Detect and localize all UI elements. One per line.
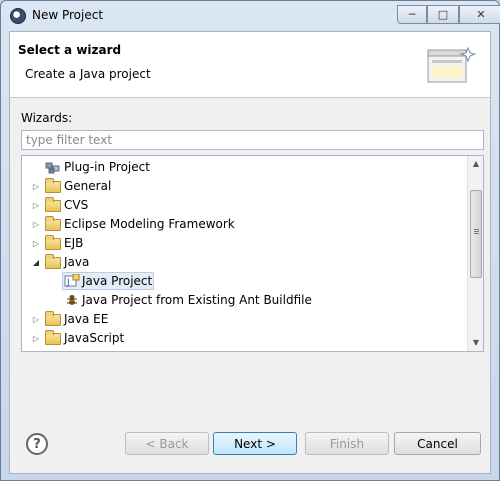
header-title: Select a wizard (18, 43, 122, 57)
folder-icon (45, 254, 61, 269)
help-button[interactable]: ? (26, 433, 48, 455)
minimize-icon: ─ (408, 8, 416, 21)
tree-item-label: EJB (64, 236, 84, 250)
tree-item-label: Java EE (64, 312, 109, 326)
folder-icon (45, 197, 61, 212)
new-project-window: New Project ─ □ ✕ Select a wizard Create… (0, 0, 500, 481)
wizard-banner-icon (427, 46, 476, 83)
close-icon: ✕ (476, 8, 486, 21)
eclipse-icon (10, 8, 26, 24)
tree-item-general[interactable]: ▷ General (22, 177, 468, 196)
folder-icon (45, 330, 61, 345)
java-project-icon: J (64, 274, 80, 288)
tree-item-label: Eclipse Modeling Framework (64, 217, 235, 231)
tree-item-label: CVS (64, 198, 89, 212)
header-description: Create a Java project (25, 67, 151, 81)
expand-arrow-icon[interactable]: ▷ (31, 201, 41, 211)
scroll-down-icon[interactable]: ▼ (468, 335, 483, 351)
wizard-tree[interactable]: Plug-in Project ▷ General ▷ CVS ▷ Eclips… (21, 155, 484, 352)
maximize-icon: □ (437, 8, 449, 21)
tree-item-cvs[interactable]: ▷ CVS (22, 196, 468, 215)
window-title: New Project (32, 8, 104, 22)
tree-item-plugin-project[interactable]: Plug-in Project (22, 158, 468, 177)
folder-icon (45, 311, 61, 326)
expand-arrow-icon[interactable]: ▷ (31, 315, 41, 325)
next-button[interactable]: Next > (213, 432, 297, 455)
folder-icon (45, 216, 61, 231)
filter-input[interactable] (21, 130, 484, 150)
expand-arrow-icon[interactable]: ▷ (31, 220, 41, 230)
minimize-button[interactable]: ─ (397, 5, 427, 24)
tree-item-label: JavaScript (64, 331, 125, 345)
svg-text:J: J (66, 278, 70, 288)
tree-item-ejb[interactable]: ▷ EJB (22, 234, 468, 253)
cancel-button[interactable]: Cancel (394, 432, 481, 455)
tree-item-label: Plug-in Project (64, 160, 150, 174)
grip-icon (474, 229, 479, 230)
scrollbar-thumb[interactable] (470, 190, 482, 278)
help-icon: ? (33, 436, 41, 452)
scroll-up-icon[interactable]: ▲ (468, 156, 483, 172)
expand-arrow-icon[interactable]: ▷ (31, 239, 41, 249)
expand-arrow-icon[interactable]: ▷ (31, 334, 41, 344)
plugin-icon (45, 162, 60, 174)
maximize-button[interactable]: □ (427, 5, 459, 24)
tree-item-java-project[interactable]: J Java Project (22, 272, 468, 291)
ant-icon (67, 295, 77, 305)
tree-item-label: Java Project from Existing Ant Buildfile (82, 293, 312, 307)
finish-button[interactable]: Finish (305, 432, 389, 455)
wizards-label: Wizards: (21, 111, 73, 125)
collapse-arrow-icon[interactable]: ◢ (31, 258, 41, 268)
title-bar[interactable]: New Project ─ □ ✕ (1, 1, 500, 31)
tree-item-label: General (64, 179, 112, 193)
folder-icon (45, 178, 61, 193)
folder-icon (45, 235, 61, 250)
tree-item-ant-project[interactable]: Java Project from Existing Ant Buildfile (22, 291, 468, 310)
expand-arrow-icon[interactable]: ▷ (31, 182, 41, 192)
tree-item-label: Java Project (82, 274, 153, 288)
dialog-body: Select a wizard Create a Java project Wi… (9, 31, 491, 474)
tree-item-emf[interactable]: ▷ Eclipse Modeling Framework (22, 215, 468, 234)
close-button[interactable]: ✕ (459, 5, 500, 24)
tree-item-java-ee[interactable]: ▷ Java EE (22, 310, 468, 329)
window-controls: ─ □ ✕ (397, 5, 500, 25)
tree-item-label: Java (64, 255, 90, 269)
tree-item-java[interactable]: ◢ Java (22, 253, 468, 272)
tree-item-javascript[interactable]: ▷ JavaScript (22, 329, 468, 348)
wizard-header: Select a wizard Create a Java project (10, 32, 490, 98)
back-button[interactable]: < Back (125, 432, 209, 455)
tree-scrollbar[interactable]: ▲ ▼ (467, 156, 483, 351)
